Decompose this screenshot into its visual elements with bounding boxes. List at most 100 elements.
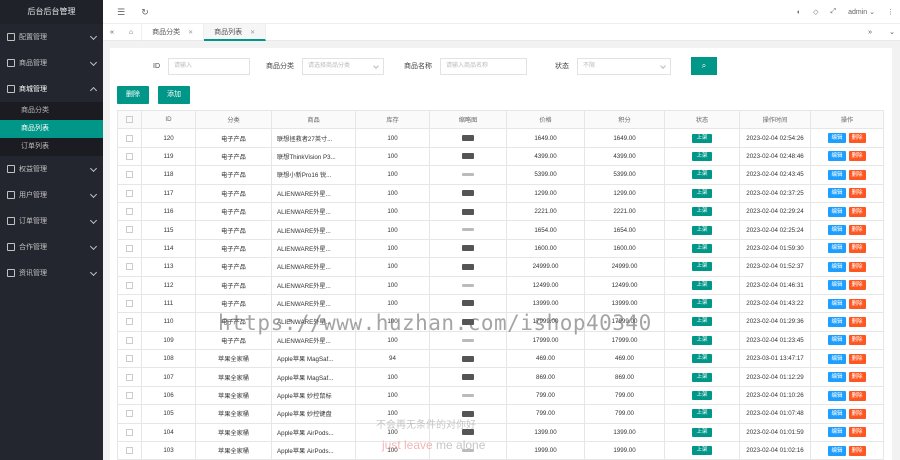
edit-button[interactable]: 编辑 [828, 298, 846, 309]
id-input[interactable]: 请输入 [168, 57, 250, 75]
sidebar-item[interactable]: 用户管理 [0, 182, 103, 208]
edit-button[interactable]: 编辑 [828, 280, 846, 291]
row-checkbox[interactable] [126, 373, 133, 381]
status-badge[interactable]: 上架 [692, 391, 712, 401]
row-checkbox[interactable] [126, 355, 133, 363]
delete-row-button[interactable]: 删除 [848, 188, 866, 199]
delete-row-button[interactable]: 删除 [848, 206, 866, 217]
edit-button[interactable]: 编辑 [828, 445, 846, 456]
add-button[interactable]: 添加 [158, 86, 190, 104]
row-checkbox[interactable] [126, 318, 133, 326]
tabs-dropdown-icon[interactable]: ⌄ [884, 24, 900, 41]
status-select[interactable]: 不限 [577, 57, 671, 75]
status-badge[interactable]: 上架 [692, 243, 712, 253]
tabs-prev-icon[interactable]: « [103, 24, 121, 41]
status-badge[interactable]: 上架 [692, 225, 712, 235]
delete-row-button[interactable]: 删除 [848, 225, 866, 236]
edit-button[interactable]: 编辑 [828, 243, 846, 254]
row-checkbox[interactable] [126, 391, 133, 399]
sidebar-subitem[interactable]: 商品分类 [0, 102, 103, 120]
status-badge[interactable]: 上架 [692, 317, 712, 327]
row-checkbox[interactable] [126, 300, 133, 308]
menu-toggle-icon[interactable]: ☰ [115, 6, 127, 18]
fullscreen-icon[interactable]: ⤢ [831, 8, 837, 16]
refresh-icon[interactable]: ↻ [139, 6, 151, 18]
row-checkbox[interactable] [126, 281, 133, 289]
sidebar-subitem[interactable]: 商品列表 [0, 120, 103, 138]
edit-button[interactable]: 编辑 [828, 353, 846, 364]
status-badge[interactable]: 上架 [692, 354, 712, 364]
select-all-checkbox[interactable] [126, 116, 133, 124]
row-checkbox[interactable] [126, 189, 133, 197]
delete-row-button[interactable]: 删除 [848, 151, 866, 162]
home-tab-icon[interactable]: ⌂ [121, 23, 143, 41]
tabs-next-icon[interactable]: » [858, 24, 882, 41]
row-checkbox[interactable] [126, 226, 133, 234]
edit-button[interactable]: 编辑 [828, 151, 846, 162]
row-checkbox[interactable] [126, 428, 133, 436]
theme-icon[interactable]: ◐ [797, 9, 801, 16]
tab-category[interactable]: 商品分类 ✕ [142, 23, 205, 41]
user-menu[interactable]: admin ⌄ [848, 8, 875, 16]
status-badge[interactable]: 上架 [692, 409, 712, 419]
edit-button[interactable]: 编辑 [828, 316, 846, 327]
status-badge[interactable]: 上架 [692, 188, 712, 198]
tag-icon[interactable]: ◇ [813, 8, 818, 16]
sidebar-item[interactable]: 商城管理 [0, 76, 103, 102]
sidebar-item[interactable]: 资讯管理 [0, 260, 103, 286]
status-badge[interactable]: 上架 [692, 280, 712, 290]
edit-button[interactable]: 编辑 [828, 427, 846, 438]
edit-button[interactable]: 编辑 [828, 335, 846, 346]
delete-row-button[interactable]: 删除 [848, 316, 866, 327]
row-checkbox[interactable] [126, 152, 133, 160]
delete-row-button[interactable]: 删除 [848, 408, 866, 419]
sidebar-item[interactable]: 订单管理 [0, 208, 103, 234]
edit-button[interactable]: 编辑 [828, 133, 846, 144]
row-checkbox[interactable] [126, 244, 133, 252]
row-checkbox[interactable] [126, 410, 133, 418]
name-input[interactable]: 请输入商品名称 [440, 57, 527, 75]
sidebar-item[interactable]: 商品管理 [0, 50, 103, 76]
edit-button[interactable]: 编辑 [828, 372, 846, 383]
status-badge[interactable]: 上架 [692, 151, 712, 161]
sidebar-subitem[interactable]: 订单列表 [0, 138, 103, 156]
delete-row-button[interactable]: 删除 [848, 169, 866, 180]
sidebar-item[interactable]: 合作管理 [0, 234, 103, 260]
edit-button[interactable]: 编辑 [828, 390, 846, 401]
row-checkbox[interactable] [126, 336, 133, 344]
close-icon[interactable]: ✕ [188, 30, 193, 36]
delete-row-button[interactable]: 删除 [848, 133, 866, 144]
row-checkbox[interactable] [126, 134, 133, 142]
sidebar-item[interactable]: 配置管理 [0, 24, 103, 50]
delete-row-button[interactable]: 删除 [848, 243, 866, 254]
edit-button[interactable]: 编辑 [828, 169, 846, 180]
category-select[interactable]: 请选择商品分类 [302, 57, 384, 75]
status-badge[interactable]: 上架 [692, 446, 712, 456]
status-badge[interactable]: 上架 [692, 207, 712, 217]
delete-row-button[interactable]: 删除 [848, 280, 866, 291]
edit-button[interactable]: 编辑 [828, 225, 846, 236]
tab-product-list[interactable]: 商品列表 ✕ [204, 23, 267, 41]
delete-row-button[interactable]: 删除 [848, 372, 866, 383]
delete-row-button[interactable]: 删除 [848, 445, 866, 456]
row-checkbox[interactable] [126, 263, 133, 271]
row-checkbox[interactable] [126, 447, 133, 455]
delete-row-button[interactable]: 删除 [848, 427, 866, 438]
status-badge[interactable]: 上架 [692, 335, 712, 345]
status-badge[interactable]: 上架 [692, 262, 712, 272]
edit-button[interactable]: 编辑 [828, 261, 846, 272]
delete-row-button[interactable]: 删除 [848, 261, 866, 272]
row-checkbox[interactable] [126, 208, 133, 216]
delete-row-button[interactable]: 删除 [848, 335, 866, 346]
delete-row-button[interactable]: 删除 [848, 298, 866, 309]
edit-button[interactable]: 编辑 [828, 206, 846, 217]
delete-button[interactable]: 删除 [117, 86, 149, 104]
column-header[interactable]: ID [141, 109, 196, 130]
status-badge[interactable]: 上架 [692, 372, 712, 382]
sidebar-item[interactable]: 权益管理 [0, 156, 103, 182]
status-badge[interactable]: 上架 [692, 133, 712, 143]
edit-button[interactable]: 编辑 [828, 408, 846, 419]
search-button[interactable]: ⌕ [691, 57, 717, 75]
edit-button[interactable]: 编辑 [828, 188, 846, 199]
close-icon[interactable]: ✕ [250, 30, 255, 36]
